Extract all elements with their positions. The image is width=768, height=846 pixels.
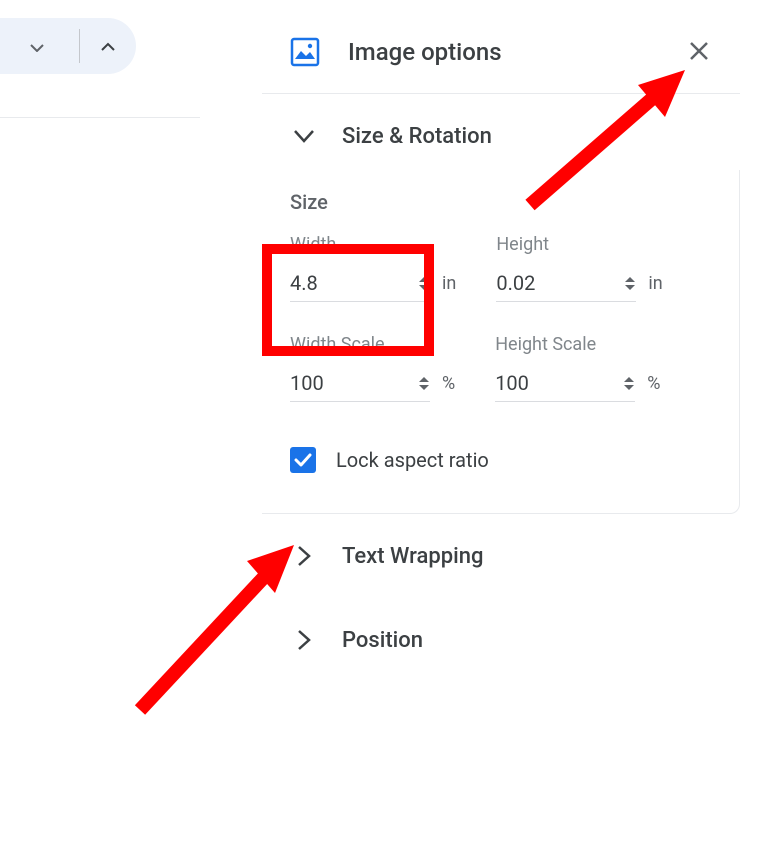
- section-title: Text Wrapping: [342, 544, 483, 569]
- width-value: 4.8: [290, 271, 418, 295]
- close-icon[interactable]: [688, 40, 712, 64]
- size-heading: Size: [290, 190, 711, 214]
- stepper-icon[interactable]: [624, 276, 636, 291]
- width-scale-unit: %: [442, 373, 455, 402]
- height-scale-value: 100: [495, 371, 623, 395]
- horizontal-rule: [0, 117, 200, 118]
- height-label: Height: [496, 234, 636, 255]
- caret-up-icon[interactable]: [100, 37, 116, 56]
- chevron-right-icon: [290, 542, 318, 570]
- checkbox-checked-icon[interactable]: [290, 447, 316, 473]
- section-header-position[interactable]: Position: [262, 598, 740, 682]
- height-scale-input[interactable]: 100: [495, 371, 635, 402]
- dropdown-chevron-icon: [30, 37, 44, 56]
- width-scale-label: Width Scale: [290, 334, 430, 355]
- height-unit: in: [648, 273, 662, 302]
- height-value: 0.02: [496, 271, 624, 295]
- height-input[interactable]: 0.02: [496, 271, 636, 302]
- width-input[interactable]: 4.8: [290, 271, 430, 302]
- height-scale-unit: %: [647, 373, 660, 402]
- stepper-icon[interactable]: [418, 276, 430, 291]
- section-header-size-rotation[interactable]: Size & Rotation: [262, 94, 740, 170]
- lock-aspect-ratio-row[interactable]: Lock aspect ratio: [290, 447, 711, 473]
- panel-title: Image options: [348, 38, 688, 66]
- size-rotation-card: Size Width 4.8 in Height: [262, 170, 740, 514]
- chevron-down-icon: [290, 122, 318, 150]
- image-icon: [290, 37, 320, 67]
- chevron-right-icon: [290, 626, 318, 654]
- stepper-icon[interactable]: [418, 376, 430, 391]
- toolbar-mode-selector[interactable]: iting: [0, 18, 136, 74]
- stepper-icon[interactable]: [623, 376, 635, 391]
- section-header-text-wrapping[interactable]: Text Wrapping: [262, 514, 740, 598]
- image-options-panel: Image options Size & Rotation Size Width…: [262, 15, 740, 682]
- lock-aspect-label: Lock aspect ratio: [336, 448, 489, 472]
- height-scale-label: Height Scale: [495, 334, 635, 355]
- panel-header: Image options: [262, 15, 740, 94]
- width-unit: in: [442, 273, 456, 302]
- width-scale-value: 100: [290, 371, 418, 395]
- divider: [79, 29, 80, 63]
- section-title: Size & Rotation: [342, 124, 492, 149]
- width-scale-input[interactable]: 100: [290, 371, 430, 402]
- section-title: Position: [342, 628, 423, 653]
- width-label: Width: [290, 234, 430, 255]
